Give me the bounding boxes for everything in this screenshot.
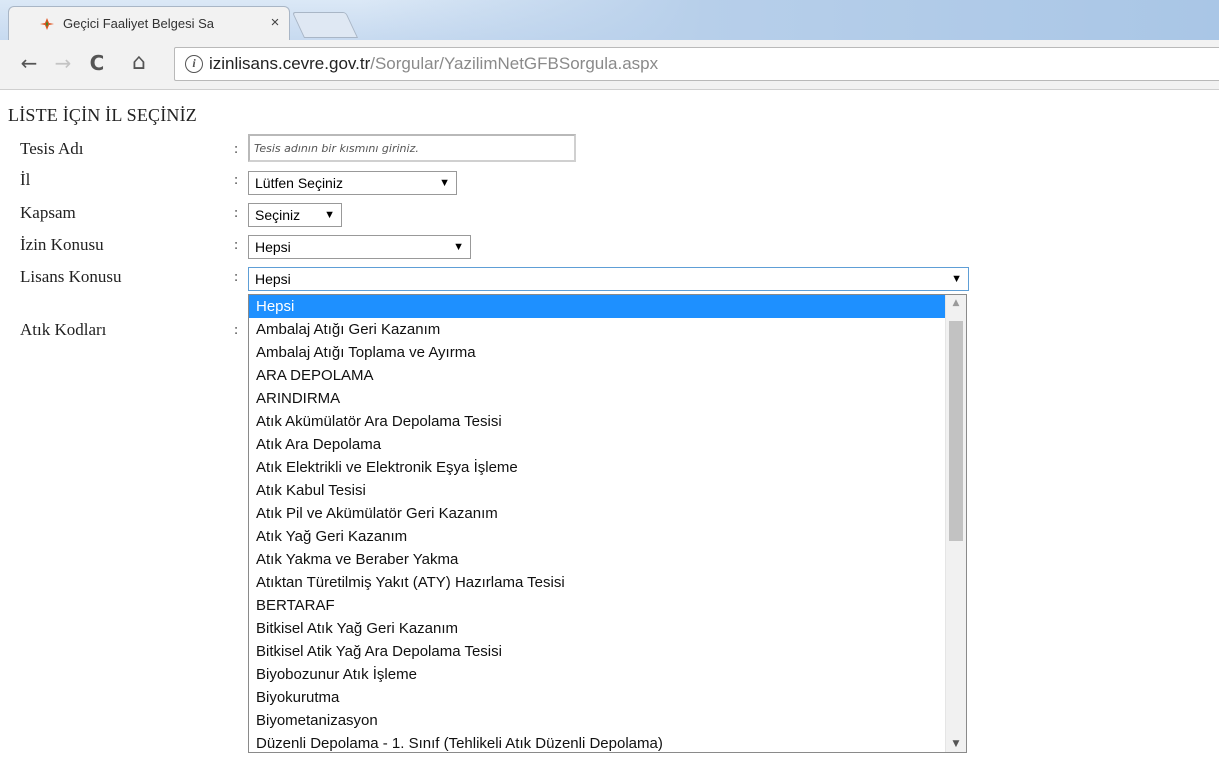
title-bar-background [360,0,1219,40]
kapsam-label: Kapsam [20,203,76,222]
il-select[interactable]: Lütfen Seçiniz ▼ [248,171,457,195]
address-bar[interactable]: i izinlisans.cevre.gov.tr/Sorgular/Yazil… [174,47,1219,81]
browser-tab[interactable]: Geçici Faaliyet Belgesi Sa × [8,6,290,40]
dropdown-option[interactable]: ARINDIRMA [249,387,945,410]
colon: : [234,322,239,338]
url-text: izinlisans.cevre.gov.tr/Sorgular/Yazilim… [209,54,658,74]
atik-kodlari-label: Atık Kodları [20,320,107,339]
page-heading: LİSTE İÇİN İL SEÇİNİZ [8,105,197,125]
close-tab-icon[interactable]: × [267,14,283,32]
lisans-konusu-dropdown-list[interactable]: Hepsi Ambalaj Atığı Geri Kazanım Ambalaj… [248,294,967,753]
il-label: İl [20,170,31,189]
page-content: LİSTE İÇİN İL SEÇİNİZ Tesis Adı : İl : L… [0,91,1219,762]
chevron-down-icon: ▼ [439,177,450,189]
dropdown-option[interactable]: Atık Pil ve Akümülatör Geri Kazanım [249,502,945,525]
dropdown-option[interactable]: Düzenli Depolama - 1. Sınıf (Tehlikeli A… [249,732,945,752]
tesis-adi-input[interactable] [248,134,576,162]
dropdown-scrollbar[interactable]: ▲ ▼ [945,295,966,752]
dropdown-option[interactable]: Atık Kabul Tesisi [249,479,945,502]
colon: : [234,237,239,253]
izin-konusu-select[interactable]: Hepsi ▼ [248,235,471,259]
il-select-value: Lütfen Seçiniz [255,175,343,191]
dropdown-option[interactable]: Atık Ara Depolama [249,433,945,456]
site-favicon-icon [40,18,54,30]
home-icon[interactable]: ⌂ [128,52,150,74]
dropdown-option[interactable]: BERTARAF [249,594,945,617]
dropdown-option[interactable]: Bitkisel Atik Yağ Ara Depolama Tesisi [249,640,945,663]
url-host: izinlisans.cevre.gov.tr [209,54,371,73]
scroll-down-arrow-icon[interactable]: ▼ [946,736,966,752]
tesis-adi-label: Tesis Adı [20,139,84,158]
new-tab-button[interactable] [291,12,359,38]
colon: : [234,141,239,157]
dropdown-option[interactable]: Biyokurutma [249,686,945,709]
lisans-konusu-select[interactable]: Hepsi ▼ [248,267,969,291]
scrollbar-thumb[interactable] [949,321,963,541]
izin-konusu-select-value: Hepsi [255,239,291,255]
kapsam-select[interactable]: Seçiniz ▼ [248,203,342,227]
lisans-konusu-label: Lisans Konusu [20,267,122,286]
browser-toolbar: ← → C ⌂ i izinlisans.cevre.gov.tr/Sorgul… [0,40,1219,90]
dropdown-option[interactable]: Atık Yakma ve Beraber Yakma [249,548,945,571]
dropdown-option[interactable]: Atık Elektrikli ve Elektronik Eşya İşlem… [249,456,945,479]
dropdown-option[interactable]: Atık Yağ Geri Kazanım [249,525,945,548]
reload-icon[interactable]: C [86,52,108,74]
chevron-down-icon: ▼ [324,209,335,221]
kapsam-select-value: Seçiniz [255,207,301,223]
dropdown-option[interactable]: Biyometanizasyon [249,709,945,732]
dropdown-option[interactable]: Hepsi [249,295,945,318]
url-path: /Sorgular/YazilimNetGFBSorgula.aspx [370,54,659,73]
scroll-up-arrow-icon[interactable]: ▲ [946,295,966,311]
forward-arrow-icon[interactable]: → [52,52,74,74]
back-arrow-icon[interactable]: ← [18,52,40,74]
colon: : [234,269,239,285]
dropdown-option[interactable]: Bitkisel Atık Yağ Geri Kazanım [249,617,945,640]
site-info-icon[interactable]: i [185,55,203,73]
dropdown-option[interactable]: Atıktan Türetilmiş Yakıt (ATY) Hazırlama… [249,571,945,594]
dropdown-option[interactable]: Atık Akümülatör Ara Depolama Tesisi [249,410,945,433]
dropdown-option[interactable]: Biyobozunur Atık İşleme [249,663,945,686]
colon: : [234,172,239,188]
dropdown-option[interactable]: Ambalaj Atığı Geri Kazanım [249,318,945,341]
izin-konusu-label: İzin Konusu [20,235,104,254]
chevron-down-icon: ▼ [453,241,464,253]
dropdown-option[interactable]: ARA DEPOLAMA [249,364,945,387]
tab-title-fade [235,15,261,33]
colon: : [234,205,239,221]
browser-tab-strip: Geçici Faaliyet Belgesi Sa × [0,0,1219,40]
lisans-konusu-select-value: Hepsi [255,271,291,287]
chevron-down-icon: ▼ [951,273,962,285]
dropdown-option[interactable]: Ambalaj Atığı Toplama ve Ayırma [249,341,945,364]
tab-title: Geçici Faaliyet Belgesi Sa [63,16,215,31]
